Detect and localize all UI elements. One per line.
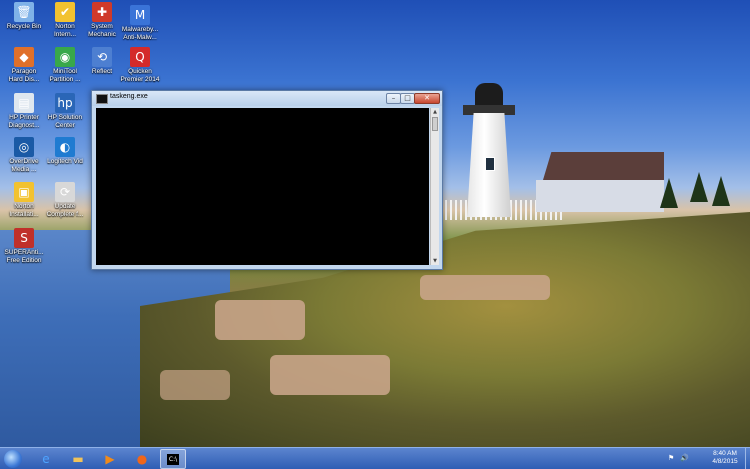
tree bbox=[660, 178, 678, 208]
media-player-icon: ▶ bbox=[105, 452, 115, 466]
overdrive-icon: ◎ bbox=[14, 137, 34, 157]
desktop-icon[interactable]: ✔ Norton Intern... bbox=[45, 2, 85, 38]
taskbar-command-prompt-button[interactable]: C:\ bbox=[160, 449, 186, 469]
desktop-icon-label: HP Printer Diagnost... bbox=[8, 114, 40, 129]
desktop-background: 🗑 Recycle Bin ✔ Norton Intern... ✚ System Mec… bbox=[0, 0, 750, 447]
desktop-icon-label: MiniTool Partition ... bbox=[49, 68, 81, 83]
hp-printer-icon: ▤ bbox=[14, 93, 34, 113]
lighthouse-window bbox=[485, 157, 495, 171]
taskbar-firefox-button[interactable]: ● bbox=[129, 449, 155, 469]
show-desktop-button[interactable] bbox=[745, 448, 750, 469]
desktop-icon[interactable]: ◉ MiniTool Partition ... bbox=[45, 47, 85, 83]
desktop-icon-label: Norton Intern... bbox=[53, 23, 77, 38]
taskbar: e ▬ ▶ ● C:\ ⚑ 🔊 8:40 AM 4/8/2015 bbox=[0, 447, 750, 469]
desktop-icon-label: Malwareby... Anti-Malw... bbox=[121, 26, 159, 41]
internet-explorer-icon: e bbox=[42, 452, 50, 466]
maximize-button[interactable]: □ bbox=[400, 93, 415, 104]
desktop-icon[interactable]: ⟲ Reflect bbox=[82, 47, 122, 76]
desktop-icon-label: Quicken Premier 2014 bbox=[120, 68, 160, 83]
malwarebytes-icon: M bbox=[130, 5, 150, 25]
desktop-icon-label: Paragon Hard Dis... bbox=[8, 68, 40, 83]
start-button[interactable] bbox=[4, 450, 22, 468]
desktop-icon-label: Norton Installati... bbox=[9, 203, 39, 218]
lighthouse-lantern bbox=[475, 83, 503, 107]
desktop-icon-label: OverDrive Media ... bbox=[9, 158, 39, 173]
scroll-up-arrow[interactable]: ▲ bbox=[431, 108, 439, 116]
file-explorer-icon: ▬ bbox=[72, 452, 84, 466]
console-icon bbox=[96, 94, 108, 104]
desktop-icon-label: System Mechanic bbox=[88, 23, 116, 38]
hp-solution-icon: hp bbox=[55, 93, 75, 113]
norton-install-icon: ▣ bbox=[14, 182, 34, 202]
taskbar-file-explorer-button[interactable]: ▬ bbox=[65, 449, 91, 469]
vertical-scrollbar[interactable]: ▲ ▼ bbox=[430, 108, 439, 265]
desktop-icon[interactable]: ◆ Paragon Hard Dis... bbox=[4, 47, 44, 83]
clock-time: 8:40 AM bbox=[713, 450, 737, 457]
paragon-icon: ◆ bbox=[14, 47, 34, 67]
volume-icon[interactable]: 🔊 bbox=[680, 454, 689, 462]
scroll-thumb[interactable] bbox=[432, 117, 438, 131]
norton-icon: ✔ bbox=[55, 2, 75, 22]
desktop-icon[interactable]: ✚ System Mechanic bbox=[82, 2, 122, 38]
close-button[interactable]: ✕ bbox=[414, 93, 440, 104]
window-title: taskeng.exe bbox=[110, 93, 148, 100]
update-icon: ⟳ bbox=[55, 182, 75, 202]
desktop-icon[interactable]: Q Quicken Premier 2014 bbox=[120, 47, 160, 83]
desktop-icon-label: Logitech Vid bbox=[47, 158, 83, 165]
rock bbox=[160, 370, 230, 400]
command-prompt-icon: C:\ bbox=[166, 453, 180, 465]
desktop-icon[interactable]: ◎ OverDrive Media ... bbox=[4, 137, 44, 173]
desktop-icon[interactable]: S SUPERAnti... Free Edition bbox=[4, 228, 44, 264]
desktop-icon[interactable]: ▤ HP Printer Diagnost... bbox=[4, 93, 44, 129]
house-roof bbox=[542, 152, 664, 182]
minitool-icon: ◉ bbox=[55, 47, 75, 67]
house bbox=[536, 180, 664, 212]
quicken-icon: Q bbox=[130, 47, 150, 67]
clock-date: 4/8/2015 bbox=[712, 458, 738, 465]
desktop-icon-label: HP Solution Center bbox=[47, 114, 83, 129]
firefox-icon: ● bbox=[136, 452, 148, 466]
rock bbox=[420, 275, 550, 300]
rock bbox=[270, 355, 390, 395]
reflect-icon: ⟲ bbox=[92, 47, 112, 67]
desktop-icon-label: Reflect bbox=[91, 68, 113, 75]
desktop-icon-label: Update Complete f... bbox=[46, 203, 84, 218]
minimize-button[interactable]: – bbox=[386, 93, 401, 104]
taskbar-media-player-button[interactable]: ▶ bbox=[97, 449, 123, 469]
desktop-icon[interactable]: 🗑 Recycle Bin bbox=[4, 2, 44, 31]
lighthouse bbox=[459, 75, 519, 220]
tree bbox=[712, 176, 730, 206]
action-center-flag-icon[interactable]: ⚑ bbox=[668, 454, 674, 462]
desktop-icon[interactable]: ▣ Norton Installati... bbox=[4, 182, 44, 218]
superantispyware-icon: S bbox=[14, 228, 34, 248]
console-output[interactable] bbox=[96, 108, 429, 265]
recycle-bin-icon: 🗑 bbox=[14, 2, 34, 22]
logitech-icon: ◐ bbox=[55, 137, 75, 157]
desktop-icon[interactable]: ⟳ Update Complete f... bbox=[45, 182, 85, 218]
tree bbox=[690, 172, 708, 202]
window-titlebar[interactable]: taskeng.exe – □ ✕ bbox=[92, 91, 442, 106]
rock bbox=[215, 300, 305, 340]
desktop-icon[interactable]: ◐ Logitech Vid bbox=[45, 137, 85, 166]
system-clock[interactable]: 8:40 AM 4/8/2015 bbox=[705, 450, 745, 466]
desktop-icon-label: SUPERAnti... Free Edition bbox=[4, 249, 44, 264]
scroll-down-arrow[interactable]: ▼ bbox=[431, 257, 439, 265]
system-mechanic-icon: ✚ bbox=[92, 2, 112, 22]
desktop-icon[interactable]: M Malwareby... Anti-Malw... bbox=[120, 5, 160, 41]
taskeng-window[interactable]: taskeng.exe – □ ✕ ▲ ▼ bbox=[91, 90, 443, 270]
desktop-icon[interactable]: hp HP Solution Center bbox=[45, 93, 85, 129]
taskbar-internet-explorer-button[interactable]: e bbox=[33, 449, 59, 469]
desktop-icon-label: Recycle Bin bbox=[6, 23, 42, 30]
